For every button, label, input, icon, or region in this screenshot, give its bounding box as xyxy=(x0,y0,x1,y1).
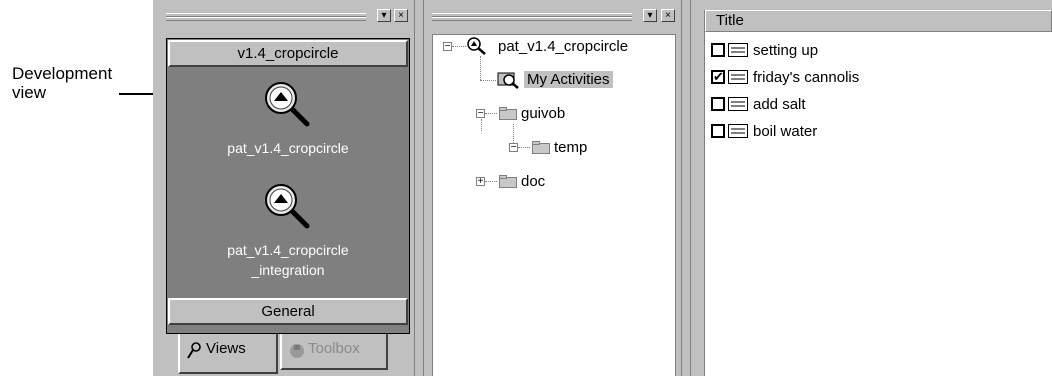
views-pane-close-button[interactable]: × xyxy=(394,9,408,22)
annotation-line2: view xyxy=(12,83,47,102)
activity-list xyxy=(704,10,1052,376)
group-header-general[interactable]: General xyxy=(168,298,408,325)
view-item-label: pat_v1.4_cropcircle xyxy=(227,140,349,156)
tree-connector xyxy=(518,147,530,149)
task-checkbox[interactable] xyxy=(711,43,725,57)
view-item-cropcircle[interactable]: pat_v1.4_cropcircle xyxy=(168,78,408,158)
tree-node-my-activities[interactable]: My Activities xyxy=(524,69,613,91)
pane-splitter-right[interactable] xyxy=(681,0,691,376)
toolbox-icon xyxy=(290,344,304,358)
tree-connector xyxy=(480,56,482,80)
annotation-line1: Development xyxy=(12,64,113,83)
tree-connector xyxy=(485,113,497,115)
tab-views-label: Views xyxy=(206,340,246,357)
tree-root-label[interactable]: pat_v1.4_cropcircle xyxy=(498,36,628,58)
tree-pane-grip[interactable] xyxy=(432,13,632,21)
tree-connector xyxy=(481,119,483,131)
task-checkbox[interactable] xyxy=(711,124,725,138)
folder-icon xyxy=(499,107,517,120)
view-item-cropcircle-integration[interactable]: pat_v1.4_cropcircle _integration xyxy=(168,180,408,280)
tab-toolbox[interactable]: Toolbox xyxy=(280,334,388,370)
tree-connector xyxy=(513,124,515,143)
pane-splitter-left[interactable] xyxy=(414,0,424,376)
view-item-label-line2: _integration xyxy=(251,262,325,278)
tree-node-temp[interactable]: temp xyxy=(554,137,587,159)
task-label: boil water xyxy=(753,123,818,140)
tree-guivob-expander[interactable]: − xyxy=(476,109,485,119)
views-pane-dropdown-button[interactable]: ▾ xyxy=(377,9,391,22)
tree-root-expander[interactable]: − xyxy=(443,42,452,52)
view-magnifier-icon xyxy=(265,184,310,229)
activities-icon xyxy=(497,72,519,89)
group-header-cropcircle[interactable]: v1.4_cropcircle xyxy=(168,40,408,67)
tab-toolbox-label: Toolbox xyxy=(308,340,360,357)
tab-views[interactable]: Views xyxy=(178,334,278,374)
activity-icon xyxy=(728,97,748,111)
view-magnifier-icon xyxy=(265,82,310,127)
folder-icon xyxy=(499,175,517,188)
task-label: setting up xyxy=(753,42,819,59)
tree-doc-expander[interactable]: + xyxy=(476,177,485,187)
tree-temp-expander[interactable]: − xyxy=(509,143,518,153)
activity-icon xyxy=(728,124,748,138)
tree-node-guivob[interactable]: guivob xyxy=(521,103,565,125)
tree-node-label: My Activities xyxy=(524,71,613,88)
tree-node-doc[interactable]: doc xyxy=(521,171,545,193)
folder-icon xyxy=(532,141,550,154)
stream-magnifier-icon xyxy=(467,37,486,55)
activity-icon xyxy=(728,43,748,57)
tree-connector xyxy=(452,46,466,48)
task-label: friday's cannolis xyxy=(753,69,860,86)
column-header-title[interactable]: Title xyxy=(705,10,1052,32)
task-checkbox-checked[interactable]: ✔ xyxy=(711,70,725,84)
development-view-annotation: Development view xyxy=(12,64,112,102)
task-checkbox[interactable] xyxy=(711,97,725,111)
views-pane-grip[interactable] xyxy=(166,13,366,21)
activity-icon xyxy=(728,70,748,84)
tree-pane-close-button[interactable]: × xyxy=(661,9,675,22)
tree-pane-dropdown-button[interactable]: ▾ xyxy=(643,9,657,22)
task-label: add salt xyxy=(753,96,806,113)
view-item-label-line1: pat_v1.4_cropcircle xyxy=(227,242,349,258)
tree-connector xyxy=(480,80,496,82)
tree-connector xyxy=(485,181,497,183)
wand-icon xyxy=(187,342,201,359)
